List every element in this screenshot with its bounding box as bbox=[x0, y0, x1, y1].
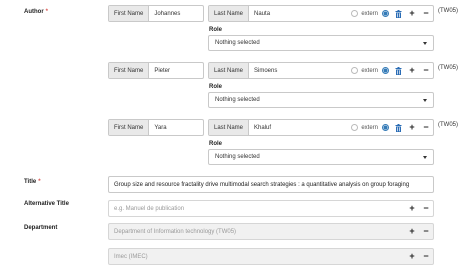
intern-radio[interactable] bbox=[382, 10, 389, 17]
alternative-title-field: e.g. Manuel de publication + − bbox=[108, 200, 434, 217]
caret-down-icon bbox=[423, 155, 427, 159]
extern-label: extern bbox=[361, 67, 378, 74]
caret-down-icon bbox=[423, 98, 427, 102]
remove-alternative-title-button[interactable]: − bbox=[419, 201, 433, 216]
role-select[interactable]: Nothing selected bbox=[208, 92, 434, 108]
first-name-input[interactable]: Johannes bbox=[149, 6, 203, 21]
role-select-value: Nothing selected bbox=[215, 154, 260, 160]
last-name-field: Last Name Simoens extern + − bbox=[208, 62, 434, 79]
trash-icon[interactable] bbox=[391, 63, 405, 78]
trash-icon[interactable] bbox=[391, 6, 405, 21]
last-name-addon: Last Name bbox=[209, 6, 250, 21]
extern-label: extern bbox=[361, 124, 378, 131]
first-name-input[interactable]: Yara bbox=[149, 120, 203, 135]
last-name-input[interactable]: Khaluf bbox=[249, 120, 351, 135]
required-marker: * bbox=[45, 9, 49, 15]
last-name-addon: Last Name bbox=[209, 120, 250, 135]
alternative-title-input[interactable]: e.g. Manuel de publication bbox=[109, 201, 405, 216]
trash-icon[interactable] bbox=[391, 120, 405, 135]
remove-author-button[interactable]: − bbox=[419, 63, 433, 78]
role-select[interactable]: Nothing selected bbox=[208, 149, 434, 165]
last-name-input[interactable]: Nauta bbox=[249, 6, 351, 21]
add-department-button[interactable]: + bbox=[405, 224, 419, 239]
department-input: Department of Information technology (TW… bbox=[114, 228, 237, 235]
role-select[interactable]: Nothing selected bbox=[208, 35, 434, 51]
add-author-button[interactable]: + bbox=[405, 63, 419, 78]
first-name-field[interactable]: First Name Pieter bbox=[108, 62, 204, 79]
last-name-field: Last Name Khaluf extern + − bbox=[208, 119, 434, 136]
extern-label: extern bbox=[361, 10, 378, 17]
intern-radio[interactable] bbox=[382, 67, 389, 74]
role-select-value: Nothing selected bbox=[215, 40, 260, 46]
last-name-addon: Last Name bbox=[209, 63, 250, 78]
author-label: Author * bbox=[24, 9, 49, 15]
remove-author-button[interactable]: − bbox=[419, 6, 433, 21]
department-label: Department bbox=[24, 225, 58, 231]
add-author-button[interactable]: + bbox=[405, 6, 419, 21]
caret-down-icon bbox=[423, 41, 427, 45]
add-alternative-title-button[interactable]: + bbox=[405, 201, 419, 216]
department-badge: (TW05) bbox=[438, 122, 458, 128]
alternative-title-label: Alternative Title bbox=[24, 201, 69, 207]
extern-radio[interactable] bbox=[351, 10, 359, 17]
first-name-addon: First Name bbox=[109, 63, 150, 78]
add-author-button[interactable]: + bbox=[405, 120, 419, 135]
role-label: Role bbox=[209, 141, 223, 147]
title-label: Title * bbox=[24, 179, 41, 185]
add-department-button[interactable]: + bbox=[405, 249, 419, 264]
remove-author-button[interactable]: − bbox=[419, 120, 433, 135]
extern-radio[interactable] bbox=[351, 67, 359, 74]
first-name-input[interactable]: Pieter bbox=[149, 63, 203, 78]
department-input: Imec (IMEC) bbox=[114, 253, 148, 260]
role-select-value: Nothing selected bbox=[215, 97, 260, 103]
title-input[interactable]: Group size and resource fractality drive… bbox=[108, 176, 434, 193]
department-field: Department of Information technology (TW… bbox=[108, 223, 434, 240]
required-marker: * bbox=[38, 179, 41, 185]
first-name-addon: First Name bbox=[109, 120, 150, 135]
role-label: Role bbox=[209, 84, 223, 90]
last-name-input[interactable]: Simoens bbox=[249, 63, 351, 78]
remove-department-button[interactable]: − bbox=[419, 249, 433, 264]
intern-radio[interactable] bbox=[382, 124, 389, 131]
department-badge: (TW05) bbox=[438, 8, 458, 14]
last-name-field: Last Name Nauta extern + − bbox=[208, 5, 434, 22]
extern-radio[interactable] bbox=[351, 124, 359, 131]
remove-department-button[interactable]: − bbox=[419, 224, 433, 239]
first-name-field[interactable]: First Name Yara bbox=[108, 119, 204, 136]
first-name-field[interactable]: First Name Johannes bbox=[108, 5, 204, 22]
role-label: Role bbox=[209, 27, 223, 33]
first-name-addon: First Name bbox=[109, 6, 150, 21]
department-badge: (TW05) bbox=[438, 65, 458, 71]
department-field: Imec (IMEC) + − bbox=[108, 248, 434, 265]
